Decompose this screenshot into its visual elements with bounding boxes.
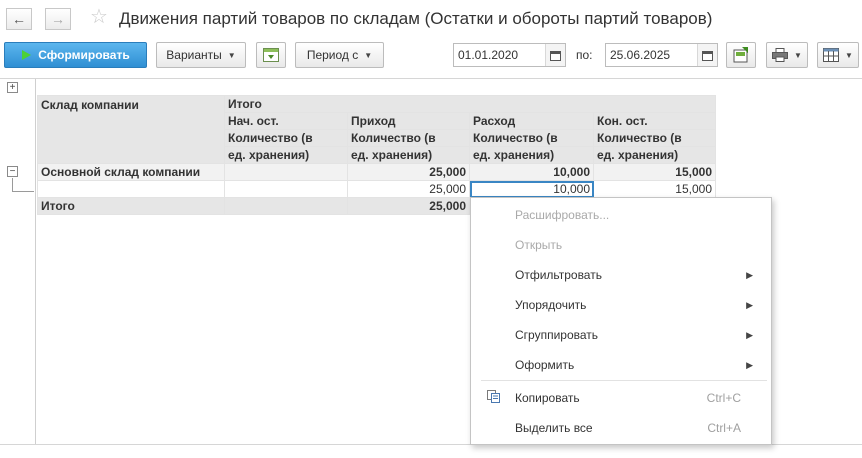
- header-qty: Количество (в: [347, 129, 470, 147]
- menu-item-filter[interactable]: Отфильтровать ▶: [515, 260, 765, 290]
- variants-label: Варианты: [166, 48, 222, 62]
- end-balance-cell[interactable]: 15,000: [593, 180, 716, 198]
- period-label: Период с: [306, 48, 359, 62]
- context-menu: Расшифровать... Открыть Отфильтровать ▶ …: [470, 197, 772, 445]
- copy-icon: [487, 390, 500, 403]
- start-balance-cell[interactable]: [224, 180, 348, 198]
- play-icon: [22, 50, 32, 60]
- back-button[interactable]: ←: [6, 8, 32, 30]
- expense-cell[interactable]: 10,000: [469, 163, 594, 181]
- submenu-arrow-icon: ▶: [746, 360, 753, 370]
- chevron-down-icon: ▼: [364, 50, 373, 60]
- start-balance-cell[interactable]: [224, 197, 348, 215]
- header-qty-unit: ед. хранения): [593, 146, 716, 164]
- menu-item-copy[interactable]: Копировать Ctrl+C: [515, 383, 765, 413]
- tree-line: [12, 191, 34, 192]
- header-expense: Расход: [469, 112, 594, 130]
- receipt-cell[interactable]: 25,000: [347, 163, 470, 181]
- menu-item-label: Копировать: [515, 391, 580, 405]
- to-label: по:: [576, 48, 593, 62]
- variants-button[interactable]: Варианты ▼: [156, 42, 246, 68]
- calendar-icon: [550, 50, 561, 61]
- submenu-arrow-icon: ▶: [746, 330, 753, 340]
- menu-item-decode[interactable]: Расшифровать...: [515, 200, 765, 230]
- window-title: Движения партий товаров по складам (Оста…: [119, 9, 713, 28]
- chevron-down-icon: ▼: [794, 50, 802, 60]
- menu-separator: [481, 380, 767, 381]
- start-balance-cell[interactable]: [224, 163, 348, 181]
- header-start-balance: Нач. ост.: [224, 112, 348, 130]
- date-from-value: 01.01.2020: [458, 48, 519, 62]
- forward-button[interactable]: →: [45, 8, 71, 30]
- warehouse-cell[interactable]: Основной склад компании: [37, 163, 225, 181]
- submenu-arrow-icon: ▶: [746, 270, 753, 280]
- generate-button[interactable]: Сформировать: [4, 42, 147, 68]
- tree-line: [12, 178, 13, 192]
- header-qty: Количество (в: [593, 129, 716, 147]
- table-settings-button[interactable]: ▼: [817, 42, 859, 68]
- total-label-cell[interactable]: Итого: [37, 197, 225, 215]
- header-total-group: Итого: [224, 95, 716, 113]
- report-gutter: [35, 79, 36, 445]
- menu-item-open[interactable]: Открыть: [515, 230, 765, 260]
- back-arrow-icon: ←: [12, 11, 26, 27]
- header-qty-unit: ед. хранения): [224, 146, 348, 164]
- header-warehouse: Склад компании: [37, 95, 225, 164]
- menu-item-label: Отфильтровать: [515, 268, 602, 282]
- report-top-border: [0, 78, 862, 79]
- shortcut-label: Ctrl+A: [707, 421, 741, 435]
- header-qty-unit: ед. хранения): [469, 146, 594, 164]
- forward-arrow-icon: →: [51, 11, 65, 27]
- header-qty-unit: ед. хранения): [347, 146, 470, 164]
- table-row[interactable]: Основной склад компании 25,000 10,000 15…: [37, 163, 716, 181]
- submenu-arrow-icon: ▶: [746, 300, 753, 310]
- menu-item-sort[interactable]: Упорядочить ▶: [515, 290, 765, 320]
- favorite-star-icon[interactable]: ☆: [90, 6, 108, 28]
- expense-cell-selected[interactable]: 10,000: [469, 180, 594, 198]
- menu-item-label: Расшифровать...: [515, 208, 610, 222]
- printer-icon: [772, 48, 789, 62]
- header-receipt: Приход: [347, 112, 470, 130]
- shortcut-label: Ctrl+C: [706, 391, 741, 405]
- menu-item-select-all[interactable]: Выделить все Ctrl+A: [515, 413, 765, 443]
- menu-item-label: Открыть: [515, 238, 563, 252]
- period-button[interactable]: Период с ▼: [295, 42, 384, 68]
- table-row[interactable]: 25,000 10,000 15,000: [37, 180, 716, 198]
- print-button[interactable]: ▼: [766, 42, 808, 68]
- menu-item-label: Оформить: [515, 358, 575, 372]
- settings-form-button[interactable]: [256, 42, 286, 68]
- header-qty: Количество (в: [224, 129, 348, 147]
- menu-item-format[interactable]: Оформить ▶: [515, 350, 765, 380]
- receipt-cell[interactable]: 25,000: [347, 197, 470, 215]
- menu-item-label: Сгруппировать: [515, 328, 599, 342]
- collapse-group-icon[interactable]: −: [7, 166, 18, 177]
- header-qty: Количество (в: [469, 129, 594, 147]
- end-balance-cell[interactable]: 15,000: [593, 163, 716, 181]
- chevron-down-icon: ▼: [227, 50, 236, 60]
- table-grid-icon: [823, 48, 840, 62]
- menu-item-label: Упорядочить: [515, 298, 587, 312]
- header-end-balance: Кон. ост.: [593, 112, 716, 130]
- date-to-calendar-button[interactable]: [697, 44, 717, 66]
- warehouse-cell[interactable]: [37, 180, 225, 198]
- menu-item-label: Выделить все: [515, 421, 593, 435]
- expand-all-icon[interactable]: +: [7, 82, 18, 93]
- date-from-calendar-button[interactable]: [545, 44, 565, 66]
- generate-label: Сформировать: [38, 48, 130, 62]
- form-settings-icon: [263, 48, 279, 62]
- receipt-cell[interactable]: 25,000: [347, 180, 470, 198]
- date-to-value: 25.06.2025: [610, 48, 671, 62]
- menu-item-group[interactable]: Сгруппировать ▶: [515, 320, 765, 350]
- chevron-down-icon: ▼: [845, 50, 853, 60]
- save-report-button[interactable]: [726, 42, 756, 68]
- calendar-icon: [702, 50, 713, 61]
- save-variant-icon: [733, 47, 748, 63]
